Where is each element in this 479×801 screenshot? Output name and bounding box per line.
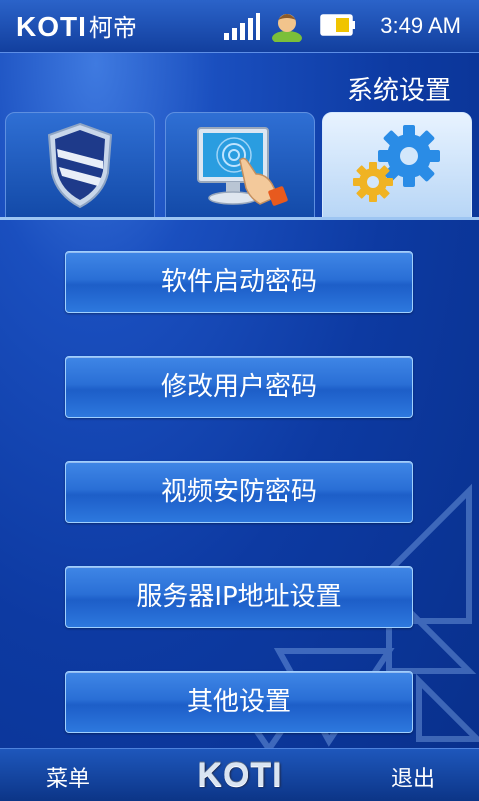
gears-icon [353,125,440,202]
tab-underline [0,217,479,220]
user-avatar-icon[interactable] [270,8,304,42]
exit-softkey[interactable]: 退出 [391,761,435,793]
server-ip-settings-button[interactable]: 服务器IP地址设置 [65,566,413,628]
menu-softkey[interactable]: 菜单 [46,761,90,793]
touch-monitor-icon [197,127,288,206]
brand-cn-text: 柯帝 [88,15,137,42]
other-settings-button[interactable]: 其他设置 [65,671,413,733]
software-startup-password-button[interactable]: 软件启动密码 [65,251,413,313]
status-bar: KOTI柯帝 3:49 AM [0,0,479,53]
bottom-brand-logo: KOTI [197,756,283,794]
signal-icon [224,12,260,40]
video-security-password-button[interactable]: 视频安防密码 [65,461,413,523]
shield-icon [47,122,113,209]
app-screen: KOTI柯帝 3:49 AM 系统设置 软件启动密码 修改用户密码 视频安防密码… [0,0,479,801]
battery-icon [320,14,355,36]
bottom-bar: 菜单 KOTI 退出 [0,748,479,801]
tab-touch-screen[interactable] [165,112,315,218]
brand-logo: KOTI柯帝 [16,8,137,43]
tab-security[interactable] [5,112,155,218]
brand-text: KOTI [16,11,87,42]
clock-time: 3:49 AM [380,13,461,38]
tab-system-settings[interactable] [322,112,472,218]
change-user-password-button[interactable]: 修改用户密码 [65,356,413,418]
section-title: 系统设置 [346,76,451,106]
